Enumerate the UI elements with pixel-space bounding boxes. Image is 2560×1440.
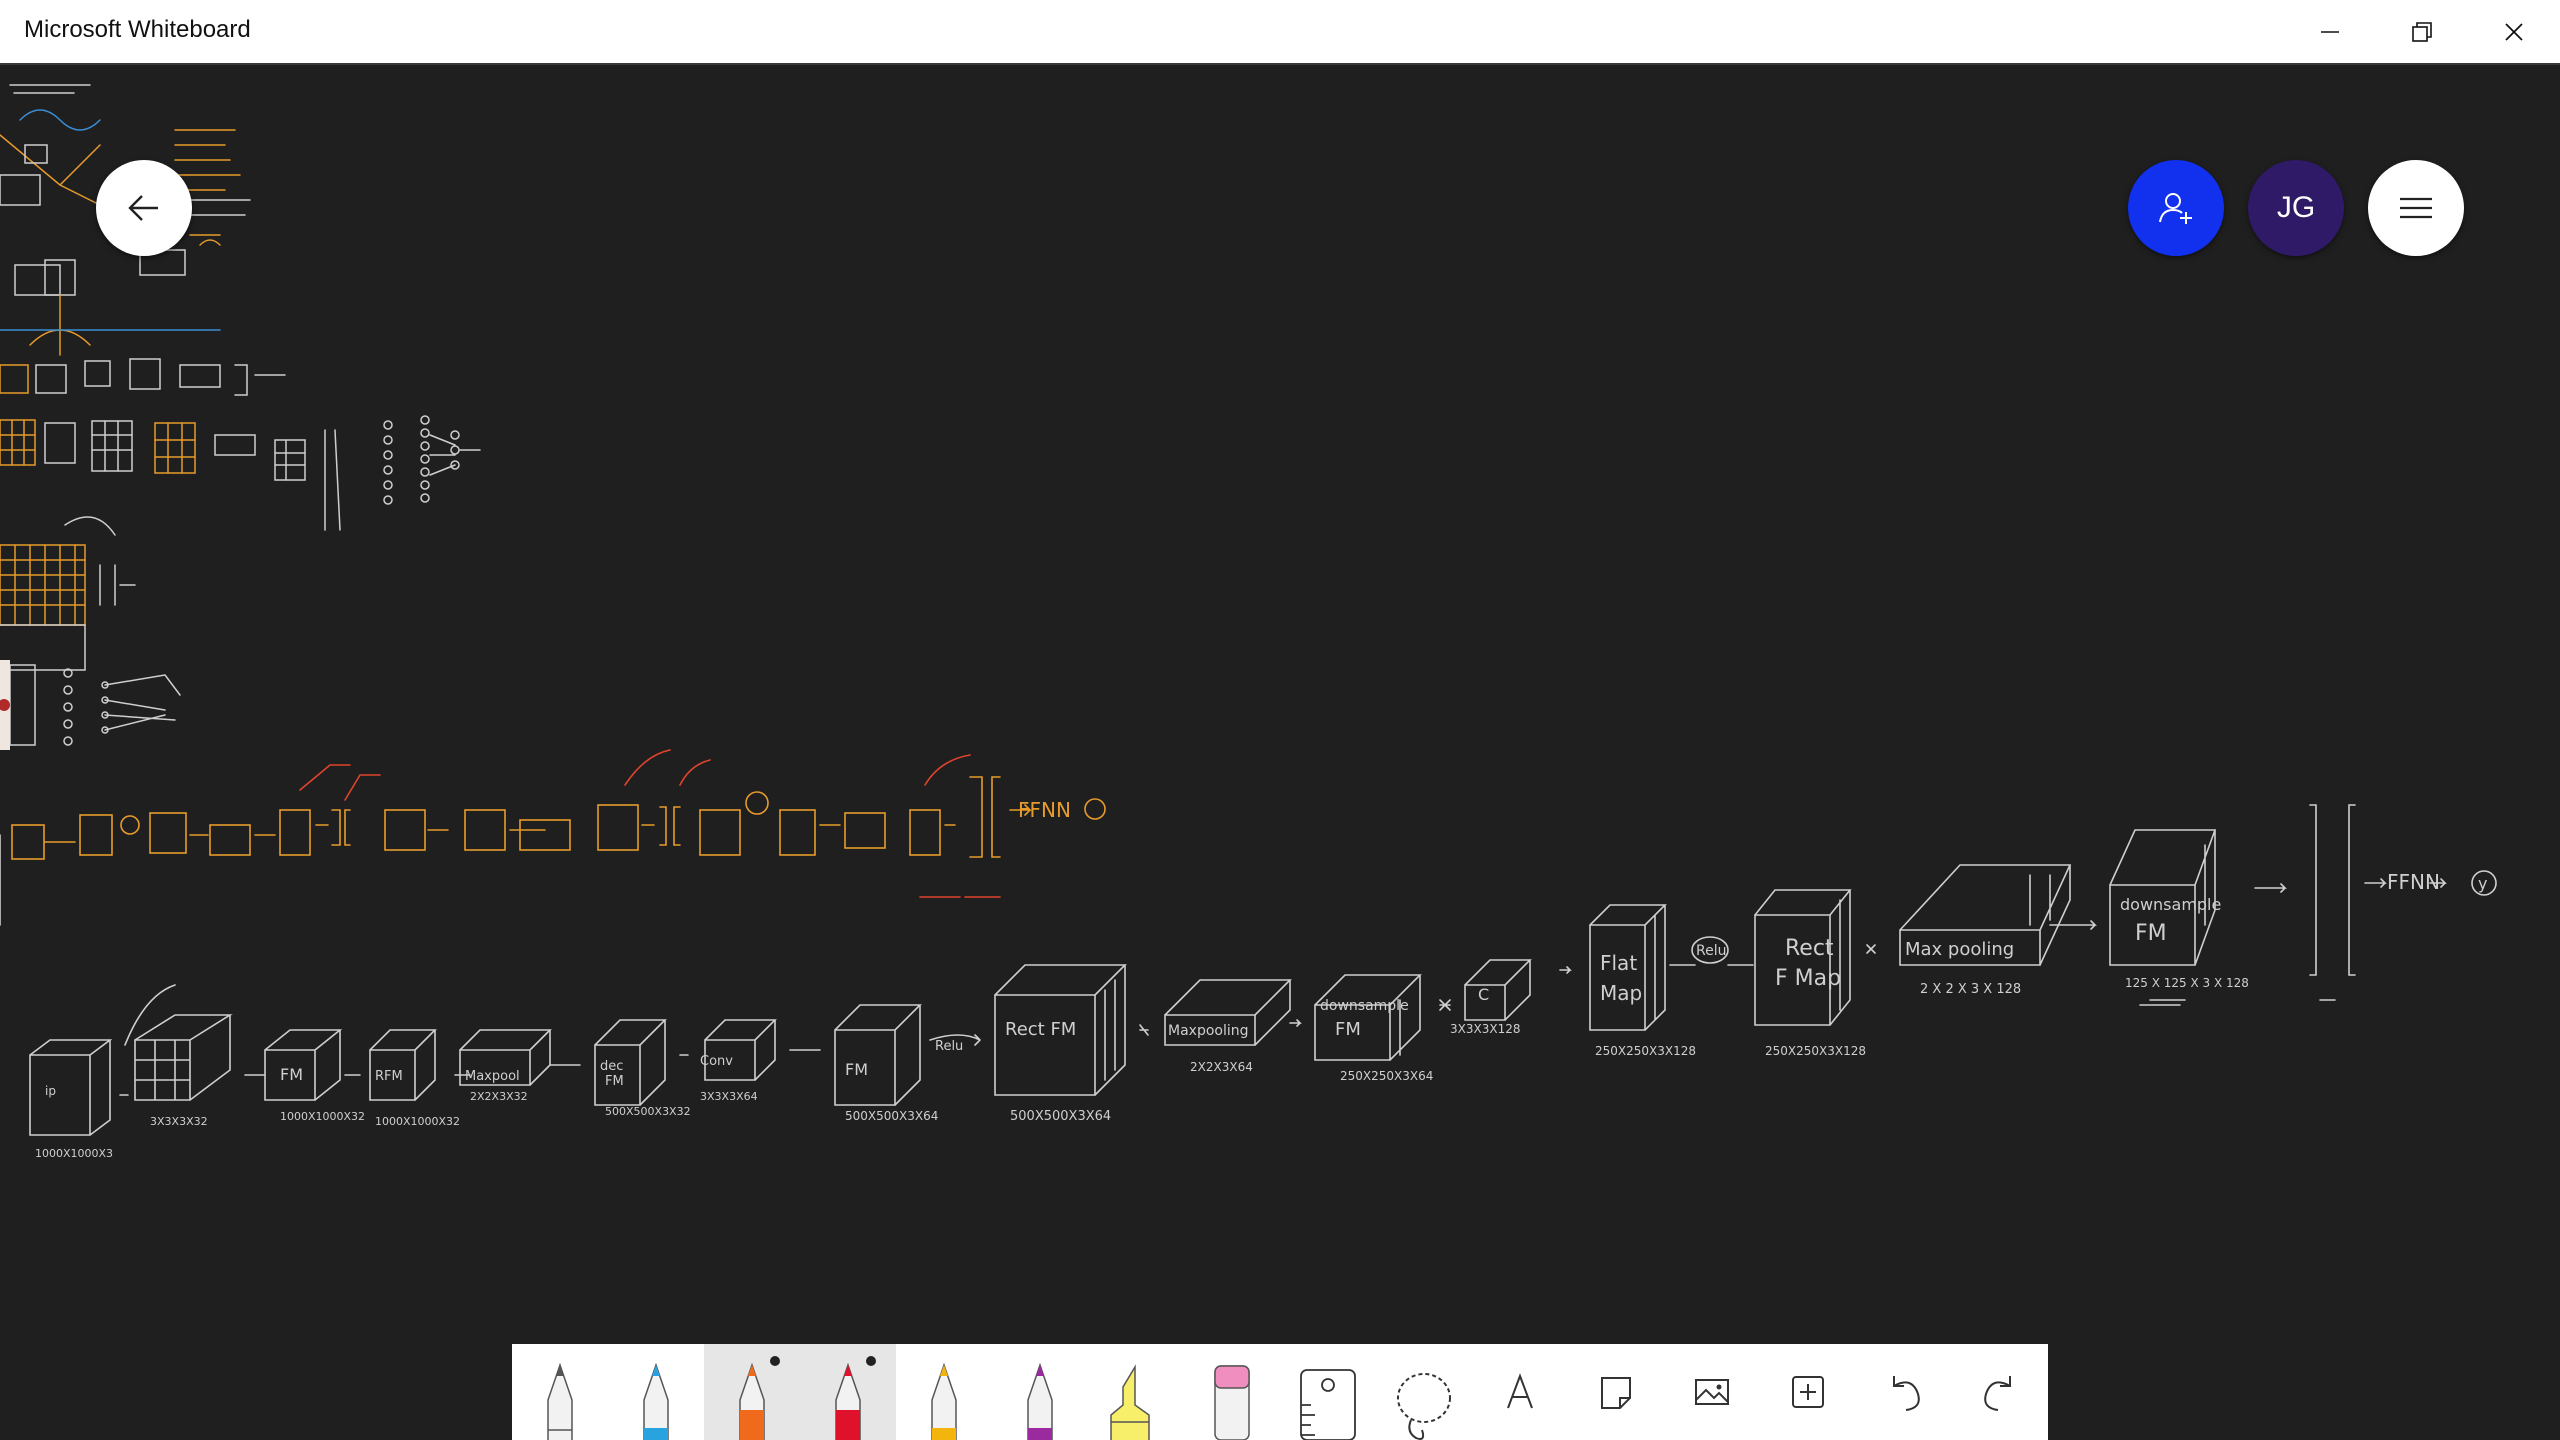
ink-label-ffnn-orange: FFNN <box>1018 798 1071 822</box>
svg-text:FM: FM <box>1335 1019 1361 1040</box>
svg-text:Flat: Flat <box>1600 951 1637 975</box>
pen-icon <box>1027 1362 1053 1440</box>
pen-red-tool[interactable] <box>800 1344 896 1440</box>
svg-text:y: y <box>2478 874 2487 893</box>
invite-button[interactable] <box>2128 160 2224 256</box>
whiteboard-canvas[interactable]: FFNN FFNN y Rect F Map Max pooling downs… <box>0 65 2560 1440</box>
svg-text:Relu: Relu <box>935 1039 963 1054</box>
undo-icon <box>1893 1376 1920 1411</box>
ink-layer: FFNN FFNN y Rect F Map Max pooling downs… <box>0 84 2497 1160</box>
restore-icon <box>2412 21 2432 42</box>
ink-orange-cnn-row <box>0 749 1106 926</box>
svg-text:1000X1000X32: 1000X1000X32 <box>280 1110 365 1123</box>
svg-text:2X2X3X64: 2X2X3X64 <box>1190 1060 1253 1074</box>
highlighter-icon <box>1110 1364 1150 1440</box>
svg-text:1000X1000X32: 1000X1000X32 <box>375 1115 460 1128</box>
sticky-note-tool[interactable] <box>1568 1344 1664 1440</box>
text-tool[interactable] <box>1472 1344 1568 1440</box>
svg-text:dec: dec <box>600 1059 623 1074</box>
avatar-initials: JG <box>2276 191 2316 224</box>
svg-text:2X2X3X32: 2X2X3X32 <box>470 1090 528 1103</box>
minimize-icon <box>2321 30 2339 33</box>
svg-text:Map: Map <box>1600 981 1642 1005</box>
svg-text:Max pooling: Max pooling <box>1905 939 2014 960</box>
person-add-icon <box>2159 193 2192 224</box>
svg-text:RFM: RFM <box>375 1069 403 1084</box>
back-button[interactable] <box>96 160 192 256</box>
close-button[interactable] <box>2468 0 2560 63</box>
hamburger-icon <box>2400 197 2432 219</box>
svg-text:FFNN: FFNN <box>2387 870 2440 894</box>
svg-text:FM: FM <box>2135 921 2167 946</box>
image-icon <box>1695 1379 1729 1405</box>
svg-text:3X3X3X64: 3X3X3X64 <box>700 1090 758 1103</box>
pen-icon <box>643 1362 669 1440</box>
restore-button[interactable] <box>2376 0 2468 63</box>
close-icon <box>2505 22 2523 41</box>
svg-text:3X3X3X32: 3X3X3X32 <box>150 1115 208 1128</box>
svg-text:Maxpool: Maxpool <box>465 1069 520 1084</box>
selected-indicator <box>866 1356 876 1366</box>
ink-labels: FFNN y Rect F Map Max pooling downsample… <box>35 870 2487 1160</box>
image-tool[interactable] <box>1664 1344 1760 1440</box>
pen-yellow-tool[interactable] <box>896 1344 992 1440</box>
highlighter-tool[interactable] <box>1088 1344 1184 1440</box>
ink-cluster-top-left <box>0 84 481 746</box>
svg-text:250X250X3X128: 250X250X3X128 <box>1595 1044 1696 1058</box>
add-icon <box>1792 1376 1824 1408</box>
ruler-tool[interactable] <box>1280 1344 1376 1440</box>
pen-icon <box>739 1362 765 1440</box>
svg-text:250X250X3X64: 250X250X3X64 <box>1340 1069 1433 1083</box>
pen-icon <box>547 1362 573 1440</box>
pen-black-tool[interactable] <box>512 1344 608 1440</box>
svg-text:FM: FM <box>605 1074 624 1089</box>
add-tool[interactable] <box>1760 1344 1856 1440</box>
avatar[interactable]: JG <box>2248 160 2344 256</box>
svg-text:500X500X3X64: 500X500X3X64 <box>1010 1109 1111 1124</box>
eraser-icon <box>1214 1365 1250 1440</box>
svg-text:125 X 125 X 3 X 128: 125 X 125 X 3 X 128 <box>2125 976 2249 990</box>
svg-text:250X250X3X128: 250X250X3X128 <box>1765 1044 1866 1058</box>
minimize-button[interactable] <box>2284 0 2376 63</box>
eraser-tool[interactable] <box>1184 1344 1280 1440</box>
svg-text:500X500X3X64: 500X500X3X64 <box>845 1109 938 1123</box>
redo-button[interactable] <box>1952 1344 2048 1440</box>
lasso-icon <box>1397 1373 1451 1440</box>
pen-purple-tool[interactable] <box>992 1344 1088 1440</box>
svg-text:FM: FM <box>280 1065 303 1084</box>
svg-text:3X3X3X128: 3X3X3X128 <box>1450 1022 1520 1036</box>
svg-text:downsample: downsample <box>2120 895 2221 914</box>
svg-text:F Map: F Map <box>1775 966 1841 991</box>
svg-text:FM: FM <box>845 1060 868 1079</box>
svg-text:downsample: downsample <box>1320 998 1409 1014</box>
pen-orange-tool[interactable] <box>704 1344 800 1440</box>
title-bar: Microsoft Whiteboard <box>0 0 2560 65</box>
svg-text:Relu: Relu <box>1696 943 1726 959</box>
inking-toolbar <box>512 1344 2048 1440</box>
lasso-tool[interactable] <box>1376 1344 1472 1440</box>
pen-icon <box>931 1362 957 1440</box>
undo-button[interactable] <box>1856 1344 1952 1440</box>
svg-text:Conv: Conv <box>700 1054 733 1069</box>
ink-white-cnn-row <box>29 804 2497 1136</box>
text-icon <box>1507 1373 1533 1409</box>
arrow-left-icon <box>128 195 158 221</box>
pen-blue-tool[interactable] <box>608 1344 704 1440</box>
svg-text:Rect FM: Rect FM <box>1005 1019 1076 1040</box>
pen-icon <box>835 1362 861 1440</box>
ruler-icon <box>1300 1369 1356 1440</box>
svg-text:2 X 2 X 3 X 128: 2 X 2 X 3 X 128 <box>1920 982 2021 997</box>
sticky-note-icon <box>1601 1377 1631 1409</box>
app-title: Microsoft Whiteboard <box>24 16 251 43</box>
svg-text:C: C <box>1478 985 1489 1004</box>
svg-text:1000X1000X3: 1000X1000X3 <box>35 1147 113 1160</box>
menu-button[interactable] <box>2368 160 2464 256</box>
svg-text:500X500X3X32: 500X500X3X32 <box>605 1105 691 1118</box>
svg-text:ip: ip <box>45 1084 56 1098</box>
svg-text:Rect: Rect <box>1785 936 1834 961</box>
svg-text:Maxpooling: Maxpooling <box>1168 1023 1249 1039</box>
redo-icon <box>1984 1376 2011 1411</box>
selected-indicator <box>770 1356 780 1366</box>
